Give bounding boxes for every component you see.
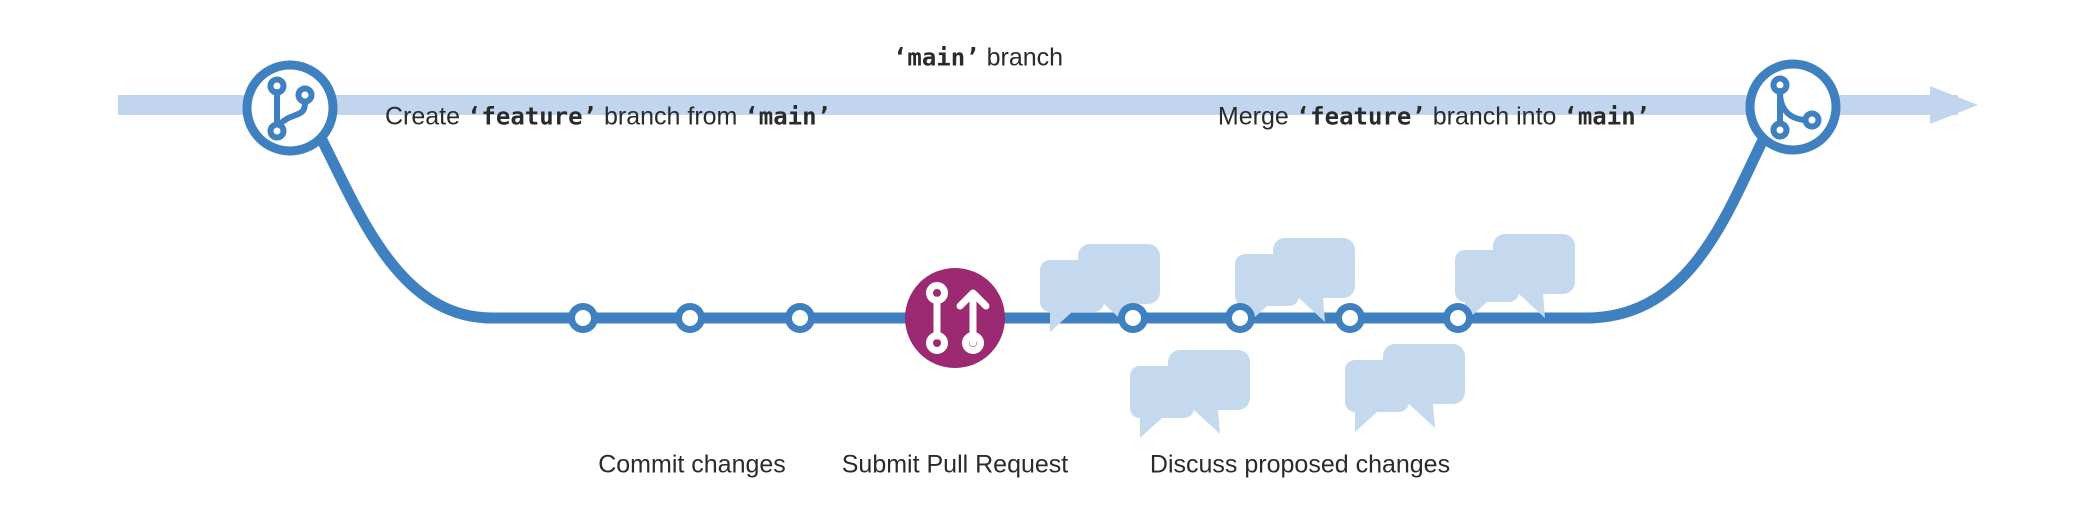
create-branch-main-name: main bbox=[758, 102, 817, 131]
create-branch-feature-name: feature bbox=[481, 102, 583, 131]
comment-bubble-icon bbox=[1130, 350, 1250, 438]
right-arrow-icon bbox=[1930, 86, 1978, 124]
merge-branch-quote-close: ’ bbox=[1411, 102, 1426, 131]
create-branch-prefix: Create bbox=[384, 102, 461, 131]
comment-bubble-icon bbox=[1345, 344, 1465, 432]
commit-dot-center bbox=[1450, 310, 1466, 326]
main-branch-quote-close: ’ bbox=[965, 43, 980, 72]
merge-point-node[interactable] bbox=[1745, 59, 1841, 155]
commit-dot-center bbox=[1342, 310, 1358, 326]
merge-branch-caption: Merge ‘feature’ branch into ‘main’ bbox=[1217, 102, 1651, 131]
pull-request-node[interactable] bbox=[905, 268, 1005, 368]
comment-bubble-icon bbox=[1455, 234, 1575, 322]
merge-branch-middle: branch into bbox=[1432, 102, 1557, 131]
branch-point-node[interactable] bbox=[242, 60, 338, 156]
commit-changes-caption: Commit changes bbox=[598, 450, 786, 479]
merge-branch-main-name: main bbox=[1577, 102, 1636, 131]
create-branch-middle: branch from bbox=[603, 102, 738, 131]
diagram-canvas bbox=[118, 59, 1978, 438]
merge-branch-quote-close-2: ’ bbox=[1635, 102, 1651, 131]
main-branch-quote-open: ‘ bbox=[892, 43, 908, 72]
commit-dot-center bbox=[575, 310, 591, 326]
github-flow-diagram: ‘main’ branch Create ‘feature’ branch fr… bbox=[0, 0, 2098, 528]
comment-bubbles-group bbox=[1040, 234, 1575, 438]
commit-dot-center bbox=[682, 310, 698, 326]
merge-branch-quote-open: ‘ bbox=[1295, 102, 1311, 131]
merge-branch-quote-open-2: ‘ bbox=[1563, 102, 1578, 131]
main-branch-label: ‘main’ branch bbox=[892, 43, 1064, 72]
create-branch-caption: Create ‘feature’ branch from ‘main’ bbox=[384, 102, 832, 131]
create-branch-quote-open-2: ‘ bbox=[744, 102, 759, 131]
main-branch-name: main bbox=[907, 43, 966, 72]
create-branch-quote-close: ’ bbox=[582, 102, 598, 131]
merge-branch-feature-name: feature bbox=[1310, 102, 1412, 131]
create-branch-quote-open: ‘ bbox=[466, 102, 482, 131]
submit-pull-request-caption: Submit Pull Request bbox=[841, 450, 1069, 479]
commit-dot-center bbox=[792, 310, 808, 326]
commit-dot-center bbox=[1125, 310, 1141, 326]
discuss-changes-caption: Discuss proposed changes bbox=[1149, 450, 1451, 479]
commit-dot-center bbox=[1232, 310, 1248, 326]
merge-branch-prefix: Merge bbox=[1217, 102, 1289, 131]
main-branch-suffix: branch bbox=[986, 43, 1064, 72]
create-branch-quote-close-2: ’ bbox=[816, 102, 832, 131]
